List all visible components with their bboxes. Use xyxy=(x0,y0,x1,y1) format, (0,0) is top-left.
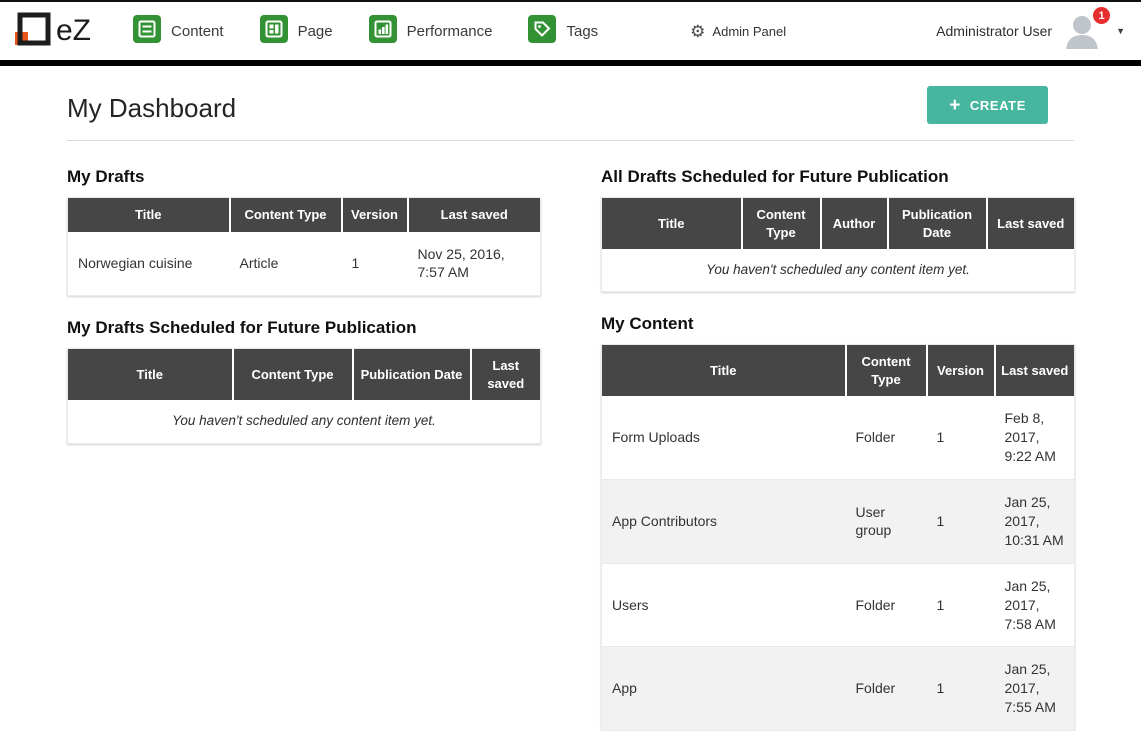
page-icon xyxy=(260,15,288,48)
cell-last-saved: Jan 25, 2017, 7:58 AM xyxy=(995,563,1075,647)
column-header: Author xyxy=(821,198,888,250)
table-header-row: Title Content Type Version Last saved xyxy=(602,345,1075,397)
cell-content-type: Folder xyxy=(846,563,927,647)
column-header: Last saved xyxy=(995,345,1075,397)
page-head: My Dashboard + CREATE xyxy=(67,86,1074,124)
create-button-label: CREATE xyxy=(970,98,1026,113)
nav-label-content: Content xyxy=(171,23,224,40)
notification-badge[interactable]: 1 xyxy=(1093,7,1110,24)
column-header: Content Type xyxy=(846,345,927,397)
user-avatar[interactable]: 1 xyxy=(1062,13,1106,49)
tags-icon xyxy=(528,15,556,48)
column-header: Title xyxy=(68,198,230,232)
ez-logo-icon xyxy=(10,7,52,56)
cell-version: 1 xyxy=(927,396,995,479)
column-header: Last saved xyxy=(471,349,541,401)
nav-label-page: Page xyxy=(298,23,333,40)
ez-logo[interactable]: eZ xyxy=(10,7,91,56)
cell-version: 1 xyxy=(927,647,995,731)
cell-content-type: Article xyxy=(230,232,342,296)
cell-title: Form Uploads xyxy=(602,396,846,479)
table-header-row: Title Content Type Version Last saved xyxy=(68,198,541,232)
table-row[interactable]: App Folder 1 Jan 25, 2017, 7:55 AM xyxy=(602,647,1075,731)
nav-label-tags: Tags xyxy=(566,23,598,40)
column-header: Publication Date xyxy=(888,198,987,250)
left-column: My Drafts Title Content Type Version Las… xyxy=(67,145,540,731)
page-title: My Dashboard xyxy=(67,93,236,124)
right-column: All Drafts Scheduled for Future Publicat… xyxy=(601,145,1074,731)
admin-panel-label: Admin Panel xyxy=(712,24,786,39)
my-content-table: Title Content Type Version Last saved Fo… xyxy=(601,344,1075,731)
nav-item-performance[interactable]: Performance xyxy=(369,15,493,48)
column-header: Title xyxy=(68,349,233,401)
cell-last-saved: Jan 25, 2017, 10:31 AM xyxy=(995,480,1075,564)
nav-item-page[interactable]: Page xyxy=(260,15,333,48)
column-header: Last saved xyxy=(408,198,541,232)
cell-title: App Contributors xyxy=(602,480,846,564)
column-header: Content Type xyxy=(742,198,821,250)
cell-title: Users xyxy=(602,563,846,647)
column-header: Title xyxy=(602,198,742,250)
cell-title: App xyxy=(602,647,846,731)
user-name[interactable]: Administrator User xyxy=(936,23,1052,39)
cell-version: 1 xyxy=(342,232,408,296)
cell-title: Norwegian cuisine xyxy=(68,232,230,296)
column-header: Publication Date xyxy=(353,349,471,401)
column-header: Title xyxy=(602,345,846,397)
logo-text: eZ xyxy=(56,14,91,48)
column-header: Content Type xyxy=(230,198,342,232)
my-drafts-table: Title Content Type Version Last saved No… xyxy=(67,197,541,296)
column-header: Version xyxy=(927,345,995,397)
user-area: Administrator User 1 ▼ xyxy=(936,13,1125,49)
column-header: Content Type xyxy=(233,349,353,401)
empty-message: You haven't scheduled any content item y… xyxy=(602,249,1075,292)
dashboard-columns: My Drafts Title Content Type Version Las… xyxy=(67,145,1074,731)
cell-content-type: Folder xyxy=(846,396,927,479)
cell-last-saved: Nov 25, 2016, 7:57 AM xyxy=(408,232,541,296)
nav-item-content[interactable]: Content xyxy=(133,15,224,48)
top-bar: eZ Content Page Performance Tags xyxy=(0,0,1141,66)
title-divider xyxy=(67,140,1074,141)
empty-message: You haven't scheduled any content item y… xyxy=(68,400,541,443)
dashboard-main: My Dashboard + CREATE My Drafts Title Co… xyxy=(0,66,1141,731)
table-row[interactable]: Users Folder 1 Jan 25, 2017, 7:58 AM xyxy=(602,563,1075,647)
my-drafts-scheduled-title: My Drafts Scheduled for Future Publicati… xyxy=(67,318,540,338)
performance-icon xyxy=(369,15,397,48)
plus-icon: + xyxy=(949,96,961,115)
nav-label-performance: Performance xyxy=(407,23,493,40)
content-icon xyxy=(133,15,161,48)
my-drafts-scheduled-table: Title Content Type Publication Date Last… xyxy=(67,348,541,443)
my-drafts-title: My Drafts xyxy=(67,167,540,187)
all-drafts-scheduled-title: All Drafts Scheduled for Future Publicat… xyxy=(601,167,1074,187)
cell-content-type: Folder xyxy=(846,647,927,731)
column-header: Last saved xyxy=(987,198,1075,250)
empty-row: You haven't scheduled any content item y… xyxy=(602,249,1075,292)
gear-icon: ⚙ xyxy=(690,23,705,40)
admin-panel-menu[interactable]: ⚙ Admin Panel xyxy=(690,23,786,40)
chevron-down-icon[interactable]: ▼ xyxy=(1116,26,1125,36)
table-header-row: Title Content Type Publication Date Last… xyxy=(68,349,541,401)
table-header-row: Title Content Type Author Publication Da… xyxy=(602,198,1075,250)
main-nav: Content Page Performance Tags xyxy=(133,15,634,48)
empty-row: You haven't scheduled any content item y… xyxy=(68,400,541,443)
cell-last-saved: Feb 8, 2017, 9:22 AM xyxy=(995,396,1075,479)
column-header: Version xyxy=(342,198,408,232)
cell-version: 1 xyxy=(927,563,995,647)
all-drafts-scheduled-table: Title Content Type Author Publication Da… xyxy=(601,197,1075,292)
table-row[interactable]: App Contributors User group 1 Jan 25, 20… xyxy=(602,480,1075,564)
cell-content-type: User group xyxy=(846,480,927,564)
nav-item-tags[interactable]: Tags xyxy=(528,15,598,48)
cell-version: 1 xyxy=(927,480,995,564)
table-row[interactable]: Form Uploads Folder 1 Feb 8, 2017, 9:22 … xyxy=(602,396,1075,479)
table-row[interactable]: Norwegian cuisine Article 1 Nov 25, 2016… xyxy=(68,232,541,296)
cell-last-saved: Jan 25, 2017, 7:55 AM xyxy=(995,647,1075,731)
create-button[interactable]: + CREATE xyxy=(927,86,1048,124)
my-content-title: My Content xyxy=(601,314,1074,334)
